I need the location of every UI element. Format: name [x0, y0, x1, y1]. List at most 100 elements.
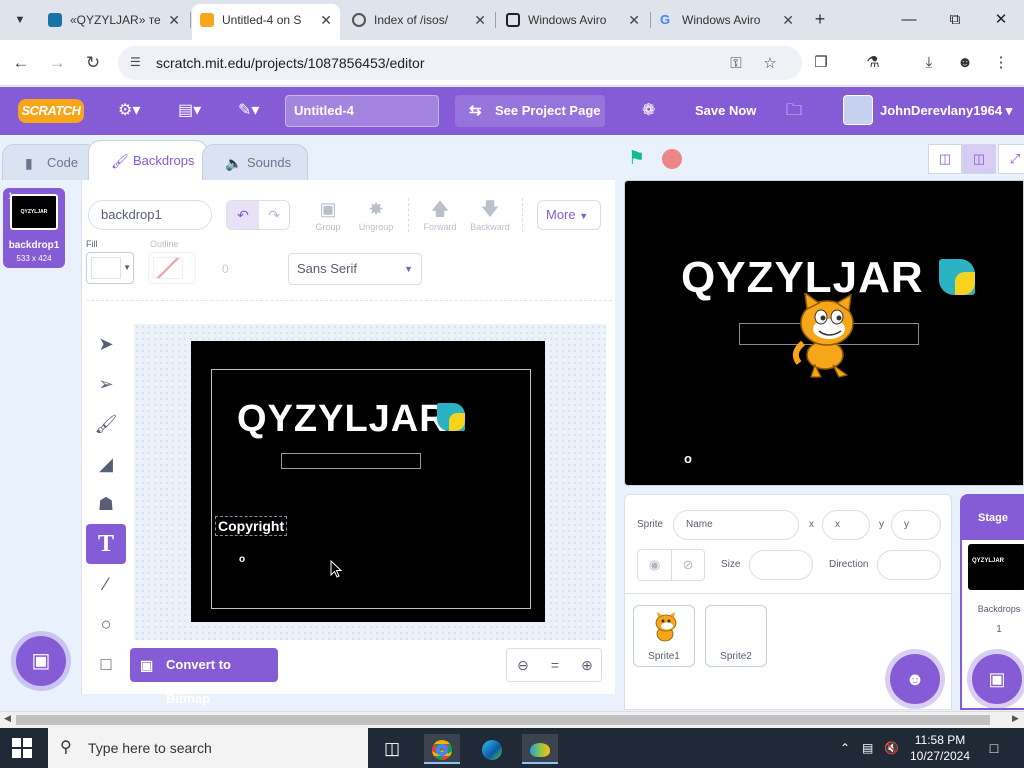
- size-input[interactable]: [749, 550, 813, 580]
- backward-button[interactable]: 🡇 Backward: [466, 196, 514, 232]
- backdrop-tile[interactable]: 1 QYZYLJAR backdrop1 533 x 424: [3, 188, 65, 268]
- fill-bucket-icon[interactable]: ☗: [86, 484, 126, 524]
- hide-eye-icon[interactable]: ⊘: [671, 550, 704, 580]
- scroll-left-icon[interactable]: ◀: [4, 713, 11, 724]
- app-icon[interactable]: [522, 734, 558, 764]
- browser-tab-windows-aviro-1[interactable]: Windows Aviro ✕: [498, 6, 648, 34]
- profile-avatar-icon[interactable]: ☻: [954, 52, 976, 74]
- browser-tab-scratch[interactable]: Untitled-4 on S ✕: [192, 4, 340, 40]
- redo-icon[interactable]: ↷: [259, 201, 289, 229]
- task-view-icon[interactable]: ◫: [374, 734, 410, 764]
- small-stage-icon[interactable]: ◫: [928, 144, 962, 174]
- outline-color-picker[interactable]: [148, 252, 196, 284]
- edit-menu-pencil-icon[interactable]: ✎▾: [238, 99, 259, 123]
- y-input[interactable]: y: [891, 510, 941, 540]
- password-key-icon[interactable]: ⚿: [726, 54, 746, 74]
- bookmark-star-icon[interactable]: ☆: [760, 54, 780, 74]
- close-tab-icon[interactable]: ✕: [782, 6, 794, 34]
- zoom-in-icon[interactable]: ⊕: [571, 649, 603, 681]
- debug-lightbulb-icon[interactable]: ❁: [642, 99, 655, 123]
- fill-color-picker[interactable]: ▼: [86, 252, 134, 284]
- scroll-right-icon[interactable]: ▶: [1012, 713, 1019, 724]
- browser-tab-windows-aviro-2[interactable]: G Windows Aviro ✕: [652, 6, 802, 34]
- text-tool-icon[interactable]: T: [86, 524, 126, 564]
- new-tab-icon[interactable]: +: [808, 8, 832, 32]
- zoom-reset-icon[interactable]: =: [539, 649, 571, 681]
- address-bar[interactable]: ☰ scratch.mit.edu/projects/1087856453/ed…: [118, 46, 802, 80]
- close-tab-icon[interactable]: ✕: [320, 4, 332, 36]
- undo-icon[interactable]: ↶: [227, 201, 259, 229]
- tab-search-chevron-icon[interactable]: ▼: [8, 8, 32, 32]
- group-button[interactable]: ▣ Group: [304, 196, 352, 232]
- browser-menu-icon[interactable]: ⋮: [990, 52, 1012, 74]
- outline-width-value[interactable]: 0: [222, 262, 229, 276]
- tray-chevron-up-icon[interactable]: ⌃: [840, 738, 850, 758]
- scratch-cat-sprite[interactable]: [785, 293, 865, 379]
- show-eye-icon[interactable]: ◉: [638, 550, 671, 580]
- convert-to-bitmap-button[interactable]: ▣ Convert to Bitmap: [130, 648, 278, 706]
- forward-button[interactable]: 🡅 Forward: [416, 196, 464, 232]
- choose-stage-backdrop-button[interactable]: ▣: [972, 654, 1022, 704]
- extensions-puzzle-icon[interactable]: ❒: [810, 52, 832, 74]
- volume-muted-icon[interactable]: 🔇: [884, 738, 899, 758]
- browser-tab-qyzyljar[interactable]: «QYZYLJAR» те ✕: [40, 6, 188, 34]
- save-now-button[interactable]: Save Now: [695, 99, 756, 123]
- font-select[interactable]: Sans Serif ▼: [288, 253, 422, 285]
- costume-name-input[interactable]: backdrop1: [88, 200, 212, 230]
- minimize-window-icon[interactable]: —: [894, 8, 924, 32]
- tab-sounds[interactable]: 🔈 Sounds: [202, 144, 308, 180]
- line-tool-icon[interactable]: ∕: [86, 564, 126, 604]
- backdrop-artwork[interactable]: QYZYLJAR Copyright o: [191, 341, 545, 622]
- zoom-out-icon[interactable]: ⊖: [507, 649, 539, 681]
- select-arrow-icon[interactable]: ➤: [86, 324, 126, 364]
- edge-icon[interactable]: [474, 734, 510, 764]
- browser-tab-index-isos[interactable]: Index of /isos/ ✕: [344, 6, 494, 34]
- copyright-text-object[interactable]: Copyright: [215, 516, 288, 536]
- lab-flask-icon[interactable]: ⚗: [862, 52, 884, 74]
- ungroup-button[interactable]: ✸ Ungroup: [352, 196, 400, 232]
- close-tab-icon[interactable]: ✕: [168, 6, 180, 34]
- taskbar-clock[interactable]: 11:58 PM 10/27/2024: [900, 732, 980, 764]
- network-icon[interactable]: ▤: [862, 738, 873, 758]
- sprite-tile-sprite2[interactable]: Sprite2: [705, 605, 767, 667]
- chrome-icon[interactable]: [424, 734, 460, 764]
- tab-backdrops[interactable]: 🖌 Backdrops: [88, 140, 208, 180]
- fullscreen-icon[interactable]: ⤢: [998, 144, 1024, 174]
- project-title-input[interactable]: Untitled-4: [285, 95, 439, 127]
- see-project-page-button[interactable]: ⇆ See Project Page: [455, 95, 605, 127]
- close-tab-icon[interactable]: ✕: [628, 6, 640, 34]
- rectangle-tool-icon[interactable]: □: [86, 644, 126, 684]
- sprite-name-input[interactable]: Name: [673, 510, 799, 540]
- file-menu-icon[interactable]: ▤▾: [178, 99, 201, 123]
- x-input[interactable]: x: [822, 510, 870, 540]
- normal-stage-icon[interactable]: ◫: [962, 144, 996, 174]
- paint-canvas[interactable]: QYZYLJAR Copyright o: [134, 324, 606, 640]
- scrollbar-thumb[interactable]: [16, 715, 990, 725]
- notifications-icon[interactable]: □: [984, 738, 1004, 758]
- choose-sprite-button[interactable]: ☻: [890, 654, 940, 704]
- forward-arrow-icon[interactable]: →: [44, 50, 70, 76]
- back-arrow-icon[interactable]: ←: [8, 50, 34, 76]
- restore-window-icon[interactable]: ⧉: [940, 8, 970, 32]
- taskbar-search-box[interactable]: ⚲ Type here to search: [48, 728, 368, 768]
- circle-tool-icon[interactable]: ○: [86, 604, 126, 644]
- brush-icon[interactable]: 🖌: [86, 404, 126, 444]
- scratch-logo[interactable]: SCRATCH: [18, 99, 84, 123]
- close-window-icon[interactable]: ✕: [986, 8, 1016, 32]
- tab-code[interactable]: ▮ Code: [2, 144, 98, 180]
- my-stuff-folder-icon[interactable]: 🗀: [786, 99, 802, 123]
- close-tab-icon[interactable]: ✕: [474, 6, 486, 34]
- choose-backdrop-button[interactable]: ▣: [16, 636, 66, 686]
- stage-canvas[interactable]: QYZYLJAR o: [624, 180, 1024, 486]
- download-icon[interactable]: ⤓: [918, 52, 940, 74]
- settings-gear-icon[interactable]: ⚙▾: [118, 99, 140, 123]
- site-info-icon[interactable]: ☰: [130, 55, 146, 71]
- user-avatar[interactable]: [843, 95, 873, 125]
- windows-start-icon[interactable]: [12, 738, 32, 758]
- direction-input[interactable]: [877, 550, 941, 580]
- more-menu-button[interactable]: More ▼: [537, 200, 601, 230]
- sprite-tile-sprite1[interactable]: Sprite1: [633, 605, 695, 667]
- account-username[interactable]: JohnDerevlany1964 ▾: [880, 99, 1012, 123]
- reload-icon[interactable]: ↻: [80, 50, 106, 76]
- stop-icon[interactable]: [662, 149, 682, 169]
